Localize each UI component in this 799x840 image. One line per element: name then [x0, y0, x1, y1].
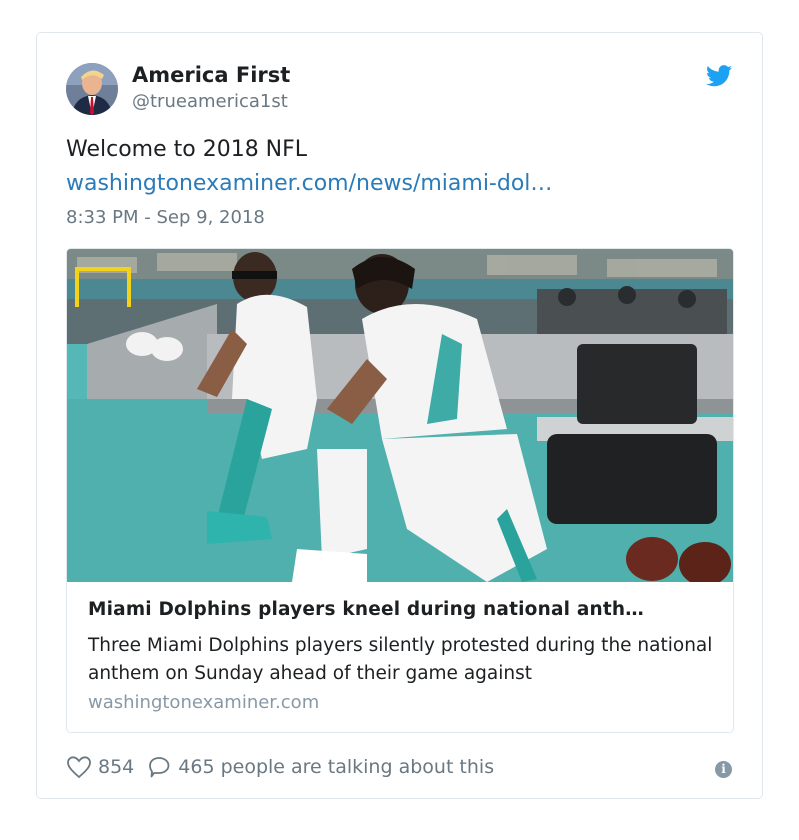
link-card[interactable]: Miami Dolphins players kneel during nati… — [66, 248, 734, 733]
talking-count[interactable]: 465 people are talking about this — [178, 756, 494, 778]
speech-bubble-icon[interactable] — [146, 755, 172, 779]
display-name[interactable]: America First — [132, 63, 290, 87]
tweet-link[interactable]: washingtonexaminer.com/news/miami-dol… — [66, 171, 552, 196]
tweet-card: America First @trueamerica1st Welcome to… — [36, 32, 763, 799]
timestamp[interactable]: 8:33 PM - Sep 9, 2018 — [66, 207, 265, 228]
avatar[interactable] — [66, 63, 118, 115]
info-icon[interactable]: i — [715, 761, 732, 778]
card-domain: washingtonexaminer.com — [88, 692, 320, 713]
heart-icon[interactable] — [66, 755, 92, 779]
card-description: Three Miami Dolphins players silently pr… — [88, 635, 713, 684]
tweet-footer: 854 465 people are talking about this — [66, 755, 494, 779]
like-count[interactable]: 854 — [98, 756, 134, 778]
screen-name[interactable]: @trueamerica1st — [132, 91, 288, 112]
tweet-text: Welcome to 2018 NFL — [66, 137, 308, 162]
article-photo[interactable] — [67, 249, 733, 582]
twitter-bird-icon[interactable] — [706, 65, 732, 87]
card-title[interactable]: Miami Dolphins players kneel during nati… — [88, 599, 644, 620]
